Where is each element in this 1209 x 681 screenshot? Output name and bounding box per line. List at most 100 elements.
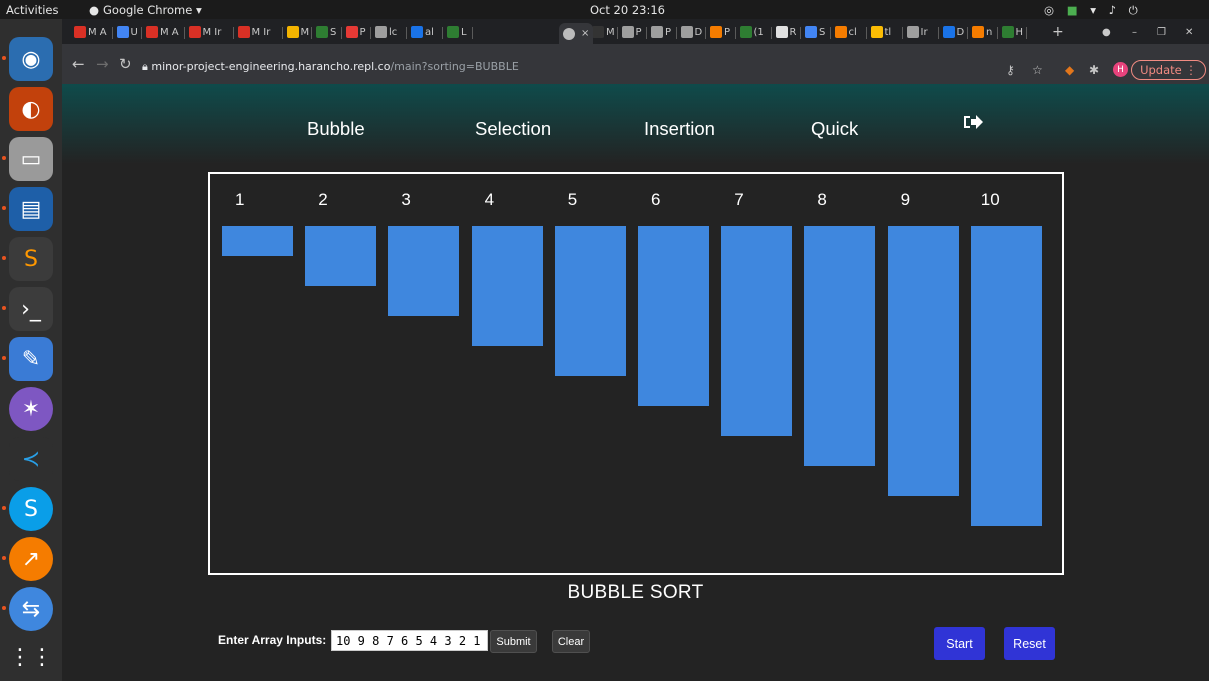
start-button[interactable]: Start xyxy=(934,627,985,660)
tab-item[interactable]: al xyxy=(411,23,434,41)
nav-link-selection[interactable]: Selection xyxy=(475,118,551,140)
update-label: Update xyxy=(1140,63,1182,77)
tab-item[interactable]: P xyxy=(651,23,671,41)
tab-item[interactable]: D xyxy=(680,23,702,41)
bar-label: 10 xyxy=(980,190,1000,209)
key-icon[interactable]: ⚷ xyxy=(1006,63,1015,77)
avatar[interactable]: H xyxy=(1113,62,1128,77)
tab-separator xyxy=(705,27,706,39)
tab-close-icon[interactable]: × xyxy=(581,28,589,39)
tray-icon-1[interactable]: ◎ xyxy=(1044,3,1054,17)
clear-button[interactable]: Clear xyxy=(552,630,590,653)
activities-button[interactable]: Activities xyxy=(6,3,58,17)
postman-icon[interactable]: ↗ xyxy=(9,537,53,581)
files-icon[interactable]: ▭ xyxy=(9,137,53,181)
tab-separator xyxy=(471,27,473,39)
tab-label: S xyxy=(819,26,826,38)
tab-item[interactable]: P xyxy=(710,23,730,41)
power-icon[interactable]: ⏻ xyxy=(1129,3,1138,17)
tab-separator xyxy=(1026,27,1027,39)
array-bar xyxy=(554,226,626,376)
tab-item[interactable]: M A xyxy=(146,23,179,41)
address-bar[interactable]: 🔒︎ minor-project-engineering.harancho.re… xyxy=(142,60,842,77)
text-editor-icon[interactable]: ✎ xyxy=(9,337,53,381)
clock[interactable]: Oct 20 23:16 xyxy=(590,3,665,17)
tab-favicon-icon xyxy=(286,26,299,38)
tab-label: M Ir xyxy=(251,26,271,38)
reload-icon[interactable]: ↻ xyxy=(119,55,132,73)
close-window-icon[interactable]: ✕ xyxy=(1185,23,1193,41)
app-menu[interactable]: Google Chrome ▾ xyxy=(103,3,202,17)
tab-item[interactable]: M Ir xyxy=(188,23,221,41)
system-tray[interactable]: ◎ ■ ▾ ♪ ⏻ xyxy=(1035,3,1138,18)
volume-icon[interactable]: ♪ xyxy=(1109,3,1116,17)
tab-separator xyxy=(967,27,968,39)
tab-item[interactable]: M xyxy=(592,23,615,41)
running-indicator xyxy=(2,556,6,560)
update-button[interactable]: Update ⋮ xyxy=(1131,60,1206,80)
nav-link-insertion[interactable]: Insertion xyxy=(644,118,715,140)
tab-favicon-icon xyxy=(651,26,663,38)
tab-item[interactable]: n xyxy=(972,23,992,41)
tab-item[interactable]: M A xyxy=(74,23,107,41)
running-indicator xyxy=(2,306,6,310)
bookmark-star-icon[interactable]: ☆ xyxy=(1032,63,1043,77)
writer-icon[interactable]: ▤ xyxy=(9,187,53,231)
array-input[interactable] xyxy=(331,630,488,651)
chrome-app-icon: ● xyxy=(89,3,100,17)
tab-separator xyxy=(406,27,407,39)
tab-item[interactable]: U xyxy=(116,23,138,41)
minimize-icon[interactable]: – xyxy=(1132,23,1137,41)
tab-active[interactable]: × xyxy=(559,23,594,44)
restore-icon[interactable]: ❐ xyxy=(1157,23,1166,41)
tab-favicon-icon xyxy=(870,26,883,38)
tab-favicon-icon xyxy=(237,26,250,38)
tray-icon-2[interactable]: ■ xyxy=(1067,3,1078,17)
sublime-icon[interactable]: S xyxy=(9,237,53,281)
metamask-icon[interactable]: ◆ xyxy=(1065,63,1074,77)
tab-item[interactable]: cl xyxy=(834,23,857,41)
array-bar xyxy=(388,226,460,316)
tab-label: lc xyxy=(389,26,398,38)
back-icon[interactable]: ← xyxy=(72,55,85,73)
extensions-icon[interactable]: ✱ xyxy=(1089,63,1099,77)
sign-out-icon[interactable] xyxy=(962,112,984,132)
tab-item[interactable]: H xyxy=(1001,23,1023,41)
submit-button[interactable]: Submit xyxy=(490,630,537,653)
terminal-icon[interactable]: ›_ xyxy=(9,287,53,331)
tab-item[interactable]: L xyxy=(447,23,467,41)
tab-item[interactable]: (1 xyxy=(739,23,764,41)
network-icon[interactable]: ✶ xyxy=(9,387,53,431)
tab-label: M A xyxy=(88,26,107,38)
tab-item[interactable]: S xyxy=(316,23,336,41)
vscode-icon[interactable]: ≺ xyxy=(9,437,53,481)
wifi-icon[interactable]: ▾ xyxy=(1090,3,1096,17)
tab-item[interactable]: Ir xyxy=(906,23,928,41)
tab-item[interactable]: M xyxy=(286,23,309,41)
tab-item[interactable]: M Ir xyxy=(237,23,271,41)
tab-item[interactable]: P xyxy=(345,23,366,41)
tab-favicon-icon xyxy=(146,26,158,38)
nav-link-bubble[interactable]: Bubble xyxy=(307,118,365,140)
tab-favicon-icon xyxy=(710,26,722,38)
tab-item[interactable]: R xyxy=(775,23,796,41)
reset-button[interactable]: Reset xyxy=(1004,627,1055,660)
tab-label: D xyxy=(956,26,965,38)
remote-desktop-icon[interactable]: ⇆ xyxy=(9,587,53,631)
tab-separator xyxy=(646,27,647,39)
tab-item[interactable]: lc xyxy=(375,23,397,41)
tab-search-icon[interactable]: ● xyxy=(1102,23,1111,41)
tab-item[interactable]: P xyxy=(621,23,642,41)
array-bar xyxy=(305,226,377,286)
nav-link-quick[interactable]: Quick xyxy=(811,118,858,140)
forward-icon[interactable]: → xyxy=(96,55,109,73)
firefox-icon[interactable]: ◐ xyxy=(9,87,53,131)
skype-icon[interactable]: S xyxy=(9,487,53,531)
tab-separator xyxy=(232,27,234,39)
tab-item[interactable]: D xyxy=(942,23,965,41)
chrome-icon[interactable]: ◉ xyxy=(9,37,53,81)
tab-item[interactable]: S xyxy=(805,23,825,41)
new-tab-button[interactable]: + xyxy=(1052,23,1064,41)
show-apps-icon[interactable]: ⋮⋮ xyxy=(9,635,53,679)
tab-item[interactable]: tl xyxy=(870,23,891,41)
